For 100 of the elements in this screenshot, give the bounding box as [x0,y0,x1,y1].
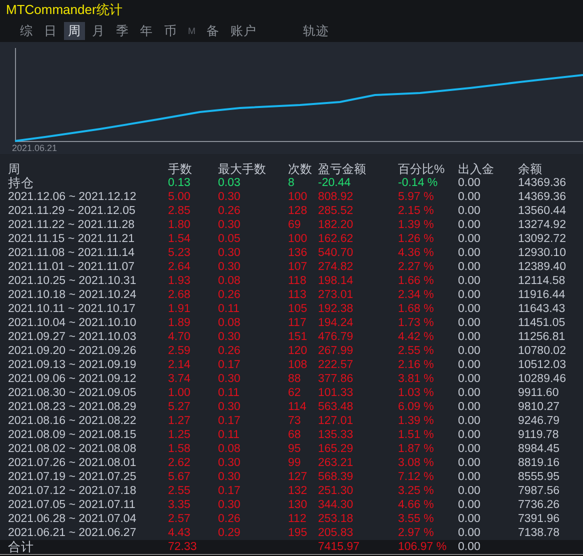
table-cell-text: 4.43 [168,526,192,540]
period-cell-text: 2021.11.01 ~ 2021.11.07 [8,260,136,274]
table-cell-text: 9810.27 [518,400,561,414]
period-tab[interactable]: 周 [64,22,85,40]
table-cell-text: 0.17 [218,358,242,372]
table-cell-text: 0.03 [218,176,242,190]
table-cell-text: 99 [288,456,302,470]
table-cell-text: 68 [288,428,302,442]
table-cell-text: 0.00 [458,344,482,358]
table-cell-text: 1.73 % [398,316,435,330]
column-header: 余额 [518,162,543,176]
table-cell-text: 12389.40 [518,260,567,274]
table-cell-text: 9246.79 [518,414,561,428]
table-cell-text: 0.00 [458,358,482,372]
period-cell-text: 2021.10.18 ~ 2021.10.24 [8,288,138,302]
table-cell-text: 132 [288,484,308,498]
table-cell-text: 7.12 % [398,470,435,484]
table-cell-text: 107 [288,260,308,274]
table-cell-text: 117 [288,316,308,330]
column-header: 盈亏金额 [318,162,367,176]
table-cell-text: 127 [288,470,308,484]
table-cell-text: 2.57 [168,512,192,526]
period-cell-text: 持仓 [8,176,35,190]
table-cell-text: 0.00 [458,260,482,274]
table-cell-text: 1.89 [168,316,192,330]
table-cell-text: 7415.97 [318,540,361,554]
table-cell-text: 3.25 % [398,484,435,498]
period-cell-text: 2021.06.28 ~ 2021.07.04 [8,512,138,526]
table-cell-text: 13274.92 [518,218,567,232]
period-cell-text: 2021.11.15 ~ 2021.11.21 [8,232,136,246]
table-cell-text: 2.62 [168,456,192,470]
table-cell-text: 263.21 [318,456,354,470]
table-cell-text: 127.01 [318,414,354,428]
table-cell-text: 0.00 [458,274,482,288]
table-cell-text: 0.00 [458,498,482,512]
table-cell-text: 113 [288,288,308,302]
table-cell-text: 0.00 [458,372,482,386]
table-cell-text: 0.30 [218,218,242,232]
table-cell-text: 0.00 [458,316,482,330]
table-cell-text: -20.44 [318,176,352,190]
period-cell-text: 2021.09.13 ~ 2021.09.19 [8,358,138,372]
table-cell-text: 251.30 [318,484,354,498]
table-cell-text: 0.17 [218,414,242,428]
period-tab[interactable]: 币 [160,22,181,40]
table-cell-text: 12114.58 [518,274,566,288]
table-cell-text: 808.92 [318,190,354,204]
period-cell-text: 2021.11.22 ~ 2021.11.28 [8,218,136,232]
table-cell-text: 0.00 [458,428,482,442]
period-tab[interactable]: 账户 [226,22,260,40]
table-cell-text: 0.00 [458,302,482,316]
table-cell-text: 0.00 [458,400,482,414]
table-cell-text: 151 [288,330,308,344]
table-cell-text: 7391.96 [518,512,561,526]
period-cell-text: 2021.09.20 ~ 2021.09.26 [8,344,138,358]
table-cell-text: 4.70 [168,330,192,344]
table-cell-text: 0.00 [458,218,482,232]
period-tab[interactable]: 季 [112,22,133,40]
period-tab[interactable]: 综 [16,22,37,40]
period-cell-text: 2021.11.29 ~ 2021.12.05 [8,204,136,218]
table-cell-text: 0.30 [218,470,242,484]
table-cell-text: 0.11 [218,428,241,442]
table-cell-text: 222.57 [318,358,354,372]
table-cell-text: 2.55 [168,484,192,498]
table-cell-text: 0.30 [218,400,242,414]
table-cell-text: 11643.43 [518,302,566,316]
period-cell-text: 2021.07.05 ~ 2021.07.11 [8,498,136,512]
table-cell-text: 0.29 [218,526,242,540]
period-tab[interactable]: 日 [40,22,61,40]
column-header: 周 [8,162,21,176]
table-cell-text: 1.00 [168,386,192,400]
period-tab[interactable]: 备 [202,22,224,40]
table-cell-text: 0.00 [458,442,482,456]
table-cell-text: 62 [288,386,302,400]
table-cell-text: 195 [288,526,308,540]
table-cell-text: 128 [288,204,308,218]
column-header: 次数 [288,162,313,176]
period-cell-text: 2021.07.12 ~ 2021.07.18 [8,484,138,498]
table-cell-text: 0.08 [218,316,242,330]
table-cell-text: 0.30 [218,190,242,204]
table-cell-text: 8819.16 [518,456,561,470]
table-cell-text: 344.30 [318,498,354,512]
table-cell-text: 2.97 % [398,526,435,540]
table-cell-text: 10512.03 [518,358,567,372]
table-cell-text: 0.00 [458,526,482,540]
period-tab[interactable]: 月 [88,22,109,40]
period-cell-text: 2021.08.23 ~ 2021.08.29 [8,400,138,414]
table-cell-text: 377.86 [318,372,354,386]
table-cell-text: 0.00 [458,414,482,428]
period-cell-text: 2021.12.06 ~ 2021.12.12 [8,190,138,204]
table-cell-text: 0.13 [168,176,192,190]
table-cell-text: 0.30 [218,372,242,386]
table-cell-text: 0.05 [218,232,242,246]
table-cell-text: 0.00 [458,386,482,400]
table-cell-text: 0.30 [218,260,242,274]
table-cell-text: 1.25 [168,428,192,442]
trail-tab[interactable]: 轨迹 [299,22,333,40]
table-cell-text: 1.87 % [398,442,435,456]
period-tab[interactable]: 年 [136,22,157,40]
table-cell-text: 476.79 [318,330,354,344]
table-cell-text: 0.26 [218,344,242,358]
